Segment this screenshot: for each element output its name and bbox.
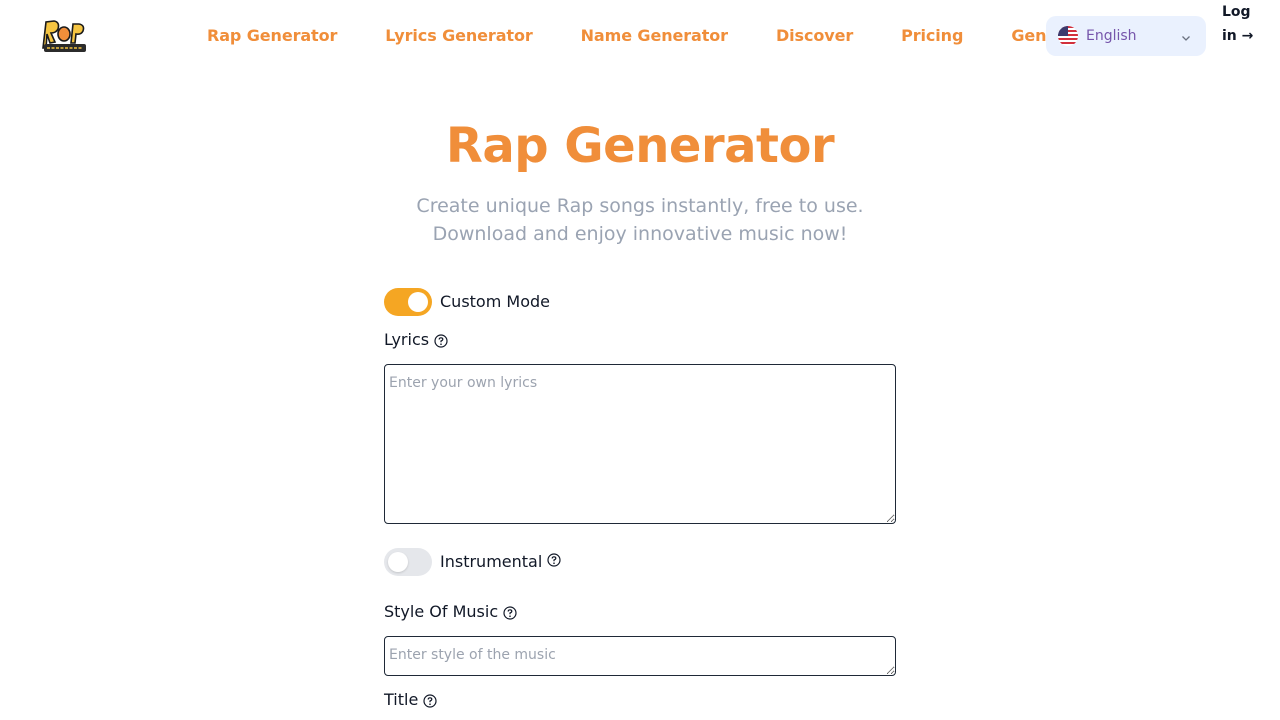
lyrics-label-text: Lyrics (384, 330, 430, 349)
page-title: Rap Generator (445, 118, 835, 174)
custom-mode-label: Custom Mode (440, 292, 550, 312)
instrumental-text: Instrumental (440, 552, 543, 571)
toggle-knob (388, 552, 408, 572)
instrumental-label: Instrumental (440, 552, 561, 572)
main-nav: Rap Generator Lyrics Generator Name Gene… (207, 26, 1111, 48)
page-subtitle: Create unique Rap songs instantly, free … (416, 195, 864, 245)
us-flag-icon (1058, 26, 1078, 46)
help-icon[interactable] (423, 693, 437, 708)
nav-discover[interactable]: Discover (776, 26, 853, 48)
instrumental-toggle[interactable] (384, 548, 432, 576)
toggle-knob (408, 292, 428, 312)
rap-generator-logo[interactable] (40, 18, 88, 54)
help-icon[interactable] (503, 605, 517, 620)
help-icon[interactable] (547, 552, 561, 567)
title-label-text: Title (384, 690, 419, 709)
chevron-down-icon (1180, 29, 1192, 41)
lyrics-label: Lyrics (384, 330, 448, 350)
nav-lyrics-generator[interactable]: Lyrics Generator (385, 26, 532, 48)
style-label-text: Style Of Music (384, 602, 499, 621)
help-icon[interactable] (434, 333, 448, 348)
header: Rap Generator Lyrics Generator Name Gene… (0, 0, 1280, 72)
nav-pricing[interactable]: Pricing (901, 26, 963, 48)
custom-mode-text: Custom Mode (440, 292, 550, 311)
nav-rap-generator[interactable]: Rap Generator (207, 26, 337, 48)
language-selector[interactable]: English (1046, 16, 1206, 56)
lyrics-input[interactable] (384, 364, 896, 524)
style-label: Style Of Music (384, 602, 517, 622)
language-label: English (1086, 28, 1137, 44)
custom-mode-toggle[interactable] (384, 288, 432, 316)
nav-name-generator[interactable]: Name Generator (581, 26, 728, 48)
title-label: Title (384, 690, 437, 710)
style-input[interactable] (384, 636, 896, 676)
login-link[interactable]: Log in → (1222, 0, 1262, 48)
